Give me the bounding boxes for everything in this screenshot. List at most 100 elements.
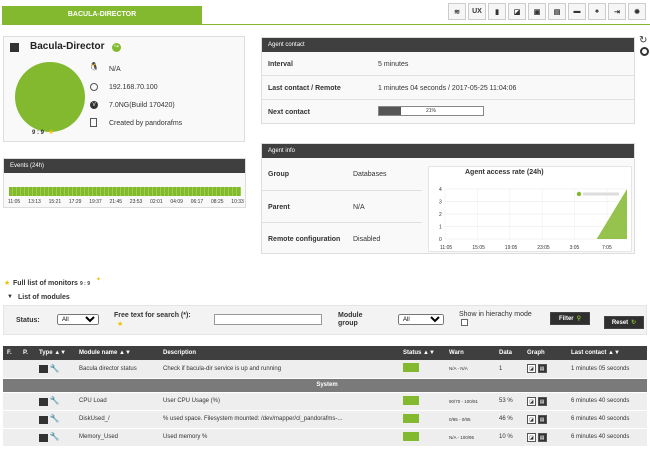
tab-divider [2,24,650,25]
hierarchy-label: Show in hierachy mode [459,311,532,318]
wrench-icon[interactable]: 🔧 [50,414,60,423]
event-time-label: 15:21 [48,199,62,205]
status-indicator [403,413,419,423]
collapse-icon[interactable]: ▼ [7,294,13,300]
graph-icon[interactable]: ◪ [527,432,536,442]
col-header-data: Data [495,346,523,360]
module-type-icon [39,397,48,406]
chart-x-tick: 7:05 [602,245,612,251]
cell-last-contact: 6 minutes 40 seconds [567,392,647,411]
module-group-select[interactable]: All [398,314,444,325]
cell-p [19,392,35,411]
chart-x-tick: 23:05 [537,245,550,251]
chart-y-tick: 1 [439,225,442,231]
toolbar: ≋ UX ▮ ◪ ▣ ▤ ▬ ♠ ⇥ ✹ [448,3,646,21]
wrench-icon[interactable]: 🔧 [50,364,60,373]
cell-graph: ◪ ▤ [523,360,567,379]
wrench-icon[interactable]: 🔧 [50,396,60,405]
cell-status [399,392,445,411]
col-header-type[interactable]: Type ▲▼ [35,346,75,360]
cell-last-contact: 6 minutes 40 seconds [567,428,647,447]
alert-bell-icon[interactable]: ♠ [588,3,606,20]
cell-type: 🔧 [35,360,75,379]
cell-module-name: Bacula director status [75,360,159,379]
events-time-axis: 11:05 13:13 15:21 17:29 19:37 21:45 23:53 02:01… [4,199,247,207]
raw-data-icon[interactable]: ▤ [537,396,547,406]
toggle-icon[interactable] [640,47,649,56]
cell-warn: N/A - N/A [445,360,495,379]
group-row[interactable]: System [3,378,647,393]
calendar-icon[interactable]: ▣ [528,3,546,20]
event-time-label: 02:01 [150,199,163,205]
col-header-module-name[interactable]: Module name ▲▼ [75,346,159,360]
document-icon[interactable]: ▤ [548,3,566,20]
group-label: System [3,378,647,393]
star-icon: ✦ [96,277,102,283]
reset-button[interactable]: Reset ↻ [604,316,644,329]
list-of-modules-toggle[interactable]: List of modules [18,294,70,301]
cell-module-name: DiskUsed_/ [75,410,159,429]
search-label: Free text for search (*): [114,312,191,319]
refresh-icon[interactable]: ↻ [639,35,647,46]
module-status-pie [15,62,85,132]
exit-icon[interactable]: ⇥ [608,3,626,20]
tab-agent[interactable]: BACULA-DIRECTOR [2,6,202,24]
col-header-last-contact[interactable]: Last contact ▲▼ [567,346,647,360]
filter-button-label: Filter [558,315,574,322]
raw-data-icon[interactable]: ▤ [537,432,547,442]
cell-warn: N/A - 100/95 [445,428,495,447]
cell-type: 🔧 [35,410,75,429]
filter-bar: Status: All Free text for search (*): ★ … [3,305,647,335]
chart-icon[interactable]: ◪ [508,3,526,20]
chart-x-tick: 15:05 [472,245,485,251]
status-filter-label: Status: [16,317,40,324]
agent-os: N/A [109,66,121,73]
cell-module-name: CPU Load [75,392,159,411]
cell-type: 🔧 [35,392,75,411]
cell-status [399,410,445,429]
monitor-count: 9 : 9 [80,281,91,287]
ux-button[interactable]: UX [468,3,486,20]
graph-icon[interactable]: ◪ [527,364,536,374]
status-select[interactable]: All [57,314,99,325]
cell-p [19,360,35,379]
col-header-p: P. [19,346,35,360]
agent-version: 7.0NG(Build 170420) [109,102,175,109]
chart-y-tick: 3 [439,200,442,206]
agent-summary-panel: Bacula-Director ↪ 🐧 N/A 192.168.70.100 V… [3,36,245,142]
filter-button[interactable]: Filter ⚲ [550,312,590,325]
status-indicator [403,395,419,405]
chart-x-tick: 11:05 [440,245,452,251]
table-row: 🔧 Memory_Used Used memory % N/A - 100/95 10 … [3,428,647,447]
cell-status [399,360,445,379]
cell-p [19,410,35,429]
cell-f [3,392,19,411]
agent-info-title: Agent info [262,144,634,158]
search-input[interactable] [214,314,322,325]
event-time-label: 19:37 [89,199,102,205]
chart-x-tick: 19:05 [505,245,518,251]
wrench-icon[interactable]: 🔧 [50,432,60,441]
bookmark-icon[interactable]: ▮ [488,3,506,20]
agent-name: Bacula-Director [30,41,105,52]
progress-label: 21% [425,108,436,114]
raw-data-icon[interactable]: ▤ [537,414,547,424]
wifi-icon[interactable]: ≋ [448,3,466,20]
settings-gear-icon[interactable]: ✹ [628,3,646,20]
event-time-label: 08:25 [211,199,224,205]
graph-icon[interactable]: ◪ [527,414,536,424]
contact-label: Next contact [268,109,311,116]
raw-data-icon[interactable]: ▤ [537,364,547,374]
cell-f [3,428,19,447]
version-icon: V [90,101,98,109]
agent-contact-panel: Agent contact Interval 5 minutes Last co… [261,37,635,124]
col-header-status[interactable]: Status ▲▼ [399,346,445,360]
access-rate-svg: 0 1 2 3 4 11:05 15:05 19:05 23:05 3:05 7:05 [439,187,627,251]
graph-icon[interactable]: ◪ [527,396,536,406]
folder-icon[interactable]: ▬ [568,3,586,20]
col-header-graph: Graph [523,346,567,360]
ip-icon [90,83,98,91]
cell-graph: ◪ ▤ [523,410,567,429]
events-bar [9,187,241,196]
hierarchy-checkbox[interactable] [461,319,468,326]
